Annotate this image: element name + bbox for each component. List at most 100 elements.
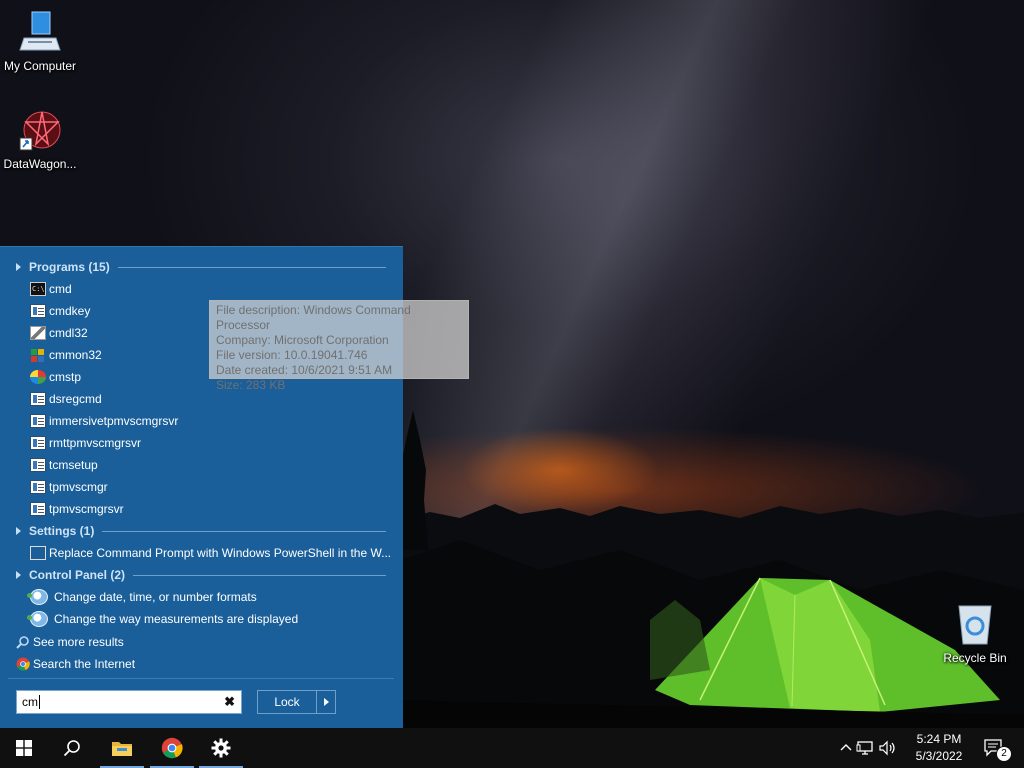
desktop-icon-label: My Computer <box>3 59 77 73</box>
cmd-icon: C:\ <box>30 282 46 296</box>
cmmon32-icon <box>30 348 46 362</box>
desktop-icon-recycle-bin[interactable]: Recycle Bin <box>935 602 1015 665</box>
tooltip-company: Company: Microsoft Corporation <box>216 333 389 347</box>
datawagon-icon <box>19 111 61 151</box>
tooltip-date-created: Date created: 10/6/2021 9:51 AM <box>216 363 393 377</box>
file-info-tooltip: File description: Windows Command Proces… <box>209 300 469 392</box>
expand-triangle-icon <box>16 571 21 579</box>
search-internet-link[interactable]: Search the Internet <box>16 654 135 674</box>
program-item-rmttpmvscmgrsvr[interactable]: rmttpmvscmgrsvr <box>30 433 141 453</box>
clock-date: 5/3/2022 <box>915 749 963 763</box>
program-item-tcmsetup[interactable]: tcmsetup <box>30 455 98 475</box>
group-header-label: Control Panel (2) <box>29 568 126 582</box>
text-caret <box>39 695 40 709</box>
item-label: Replace Command Prompt with Windows Powe… <box>49 546 392 560</box>
gear-icon <box>211 738 231 758</box>
group-header-settings[interactable]: Settings (1) <box>16 522 386 540</box>
desktop-wallpaper-landscape <box>400 504 1024 728</box>
app-window-icon <box>30 502 46 516</box>
app-window-icon <box>30 304 46 318</box>
tooltip-size: Size: 283 KB <box>216 378 286 392</box>
item-label: Change date, time, or number formats <box>54 590 257 604</box>
program-item-tpmvscmgr[interactable]: tpmvscmgr <box>30 477 108 497</box>
clear-search-icon[interactable]: ✖ <box>224 694 235 710</box>
tooltip-description: File description: Windows Command Proces… <box>216 303 411 332</box>
notification-count-badge: 2 <box>996 746 1012 762</box>
see-more-results-link[interactable]: See more results <box>16 632 124 652</box>
program-item-cmdl32[interactable]: cmdl32 <box>30 323 88 343</box>
cmstp-icon <box>30 370 46 384</box>
chevron-up-icon[interactable] <box>838 740 854 756</box>
region-clock-icon <box>27 611 48 627</box>
lock-button-label: Lock <box>274 695 300 709</box>
item-label: tcmsetup <box>49 458 98 472</box>
program-item-cmstp[interactable]: cmstp <box>30 367 81 387</box>
program-item-dsregcmd[interactable]: dsregcmd <box>30 389 102 409</box>
cmdl32-icon <box>30 326 46 340</box>
desktop-icon-label: DataWagon... <box>3 157 77 171</box>
desktop-icon-my-computer[interactable]: My Computer <box>0 10 80 73</box>
search-divider <box>8 678 394 679</box>
chrome-icon <box>16 657 30 671</box>
search-icon <box>16 636 29 649</box>
item-label: immersivetpmvscmgrsvr <box>49 414 179 428</box>
group-header-programs[interactable]: Programs (15) <box>16 258 386 276</box>
expand-triangle-icon <box>16 263 21 271</box>
taskbar-clock[interactable]: 5:24 PM 5/3/2022 <box>905 731 973 765</box>
start-search-input[interactable]: cm ✖ <box>16 690 242 714</box>
item-label: See more results <box>33 635 124 649</box>
control-panel-item-measurements[interactable]: Change the way measurements are displaye… <box>27 609 299 629</box>
search-button[interactable] <box>48 728 96 768</box>
desktop-icon-datawagon[interactable]: DataWagon... <box>0 108 80 171</box>
control-panel-item-date-formats[interactable]: Change date, time, or number formats <box>27 587 257 607</box>
app-window-icon <box>30 414 46 428</box>
item-label: cmstp <box>49 370 82 384</box>
start-button[interactable] <box>0 728 48 768</box>
monitor-icon <box>19 11 61 51</box>
group-header-label: Settings (1) <box>29 524 95 538</box>
item-label: Search the Internet <box>33 657 136 671</box>
settings-button[interactable] <box>197 728 245 768</box>
settings-item-replace-cmd[interactable]: Replace Command Prompt with Windows Powe… <box>30 543 391 563</box>
lock-button[interactable]: Lock <box>257 690 336 714</box>
program-item-cmd[interactable]: C:\ cmd <box>30 279 72 299</box>
group-divider <box>102 530 386 532</box>
taskbar-settings-icon <box>30 546 46 560</box>
item-label: tpmvscmgrsvr <box>49 502 124 516</box>
chevron-right-icon <box>323 698 329 706</box>
program-item-cmmon32[interactable]: cmmon32 <box>30 345 102 365</box>
program-item-cmdkey[interactable]: cmdkey <box>30 301 90 321</box>
windows-logo-icon <box>16 740 32 756</box>
program-item-immersivetpmvscmgrsvr[interactable]: immersivetpmvscmgrsvr <box>30 411 178 431</box>
chrome-button[interactable] <box>148 728 196 768</box>
power-options-arrow[interactable] <box>316 691 335 713</box>
item-label: cmd <box>49 282 72 296</box>
expand-triangle-icon <box>16 527 21 535</box>
item-label: rmttpmvscmgrsvr <box>49 436 141 450</box>
app-window-icon <box>30 392 46 406</box>
desktop-icon-label: Recycle Bin <box>943 651 1007 665</box>
group-header-label: Programs (15) <box>29 260 110 274</box>
search-icon <box>63 740 80 757</box>
item-label: tpmvscmgr <box>49 480 108 494</box>
item-label: cmdl32 <box>49 326 88 340</box>
item-label: Change the way measurements are displaye… <box>54 612 299 626</box>
volume-icon[interactable] <box>878 740 898 756</box>
file-explorer-button[interactable] <box>98 728 146 768</box>
system-tray <box>838 738 898 758</box>
app-window-icon <box>30 458 46 472</box>
action-center-button[interactable]: 2 <box>972 728 1016 768</box>
app-window-icon <box>30 480 46 494</box>
network-icon[interactable] <box>856 740 876 756</box>
chrome-icon <box>161 737 183 759</box>
app-window-icon <box>30 436 46 450</box>
group-header-control-panel[interactable]: Control Panel (2) <box>16 566 386 584</box>
group-divider <box>133 574 386 576</box>
recycle-bin-icon <box>958 605 992 645</box>
item-label: cmdkey <box>49 304 91 318</box>
search-input-value: cm <box>22 695 38 709</box>
item-label: cmmon32 <box>49 348 102 362</box>
program-item-tpmvscmgrsvr[interactable]: tpmvscmgrsvr <box>30 499 124 519</box>
region-clock-icon <box>27 589 48 605</box>
folder-icon <box>112 742 132 756</box>
